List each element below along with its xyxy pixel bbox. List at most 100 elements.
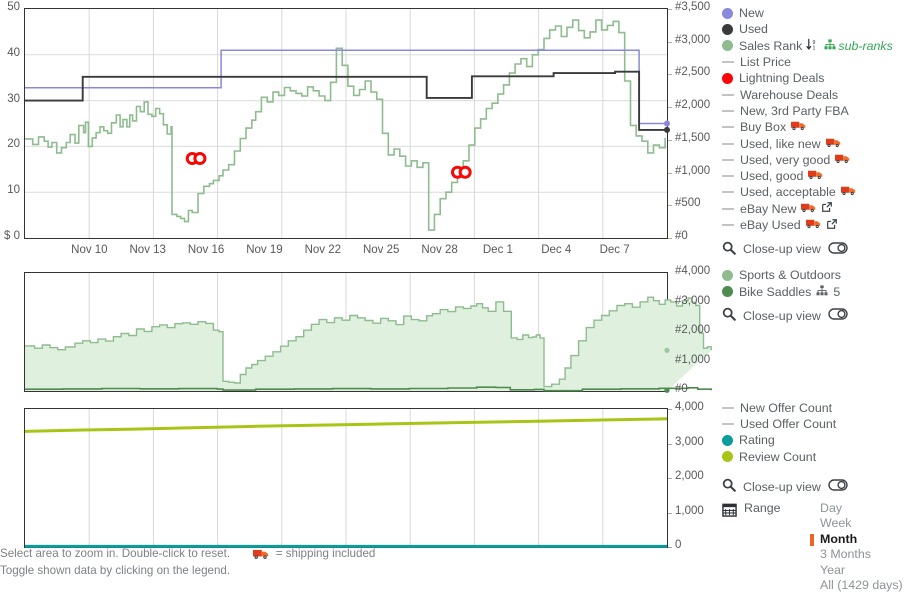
range-option-week[interactable]: Week bbox=[810, 516, 903, 531]
hierarchy-icon[interactable] bbox=[824, 39, 836, 53]
external-link-icon[interactable] bbox=[821, 201, 833, 216]
closeup-view-toggle-price[interactable]: Close-up view bbox=[722, 239, 916, 259]
legend-label: Rating bbox=[739, 433, 775, 448]
legend-label: Used Offer Count bbox=[740, 417, 837, 432]
zoom-hint-text: Select area to zoom in. Double-click to … bbox=[0, 547, 231, 560]
sub-ranks-link[interactable]: sub-ranks bbox=[838, 39, 892, 53]
legend-label: Bike Saddles bbox=[739, 284, 812, 299]
offers-axis-tickmark bbox=[668, 443, 672, 445]
range-option-day[interactable]: Day bbox=[810, 501, 903, 516]
rank-axis-tickmark bbox=[668, 238, 672, 239]
closeup-view-toggle-rank[interactable]: Close-up view bbox=[722, 306, 916, 326]
legend-label: Used bbox=[739, 22, 768, 37]
legend-item-review-count[interactable]: Review Count bbox=[722, 449, 916, 465]
sales-rank-closeup-panel[interactable]: #0 #1,000 #2,000 #3,000 #4,000 bbox=[0, 262, 722, 398]
legend-item-sales-rank[interactable]: Sales Rank 9 1 sub-ranks bbox=[722, 38, 916, 54]
legend-item-used-like-new[interactable]: Used, like new bbox=[722, 135, 916, 151]
offers-rating-panel[interactable]: 0 1,000 2,000 3,000 4,000 bbox=[0, 401, 722, 552]
date-axis-tick: Nov 22 bbox=[304, 244, 342, 256]
legend-color-dash bbox=[722, 224, 734, 226]
truck-icon bbox=[791, 120, 806, 134]
legend-label: eBay Used bbox=[740, 218, 801, 232]
legend-item-new-3rd-party-fba[interactable]: New, 3rd Party FBA bbox=[722, 103, 916, 119]
closeup-view-toggle-offers[interactable]: Close-up view bbox=[722, 477, 916, 497]
offer-legend-group: New Offer Count Used Offer Count Rating Rev… bbox=[722, 400, 916, 465]
rank-axis-tickmark bbox=[668, 107, 672, 109]
legend-item-lightning-deals[interactable]: Lightning Deals bbox=[722, 70, 916, 86]
truck-icon bbox=[840, 185, 856, 199]
legend-color-dash bbox=[722, 93, 734, 96]
toggle-switch-icon-2[interactable] bbox=[828, 308, 848, 323]
legend-item-buy-box[interactable]: Buy Box bbox=[722, 119, 916, 135]
category-legend-group: Sports & Outdoors Bike Saddles 5 bbox=[722, 267, 916, 300]
legend-item-used[interactable]: Used bbox=[722, 21, 916, 37]
closeup-view-label-2: Close-up view bbox=[743, 308, 821, 323]
offers-axis-tickmark bbox=[668, 409, 672, 410]
date-axis-tick: Nov 16 bbox=[187, 244, 225, 256]
truck-icon bbox=[808, 169, 823, 183]
rank-axis-tick: #3,000 bbox=[675, 33, 711, 46]
legend-item-list-price[interactable]: List Price bbox=[722, 54, 916, 70]
range-option-year[interactable]: Year bbox=[810, 563, 903, 578]
legend-label: New bbox=[739, 6, 764, 21]
legend-item-used-good[interactable]: Used, good bbox=[722, 168, 916, 184]
legend-label: Buy Box bbox=[740, 120, 787, 135]
legend-item-used-offer-count[interactable]: Used Offer Count bbox=[722, 416, 916, 432]
legend-item-used-acceptable[interactable]: Used, acceptable bbox=[722, 184, 916, 200]
toggle-switch-icon-3[interactable] bbox=[828, 479, 848, 494]
legend-label: Lightning Deals bbox=[739, 71, 825, 86]
legend-item-warehouse-deals[interactable]: Warehouse Deals bbox=[722, 86, 916, 102]
sort-rank-icon[interactable]: 91 bbox=[806, 38, 819, 54]
magnifier-icon bbox=[722, 241, 736, 258]
range-selector[interactable]: Range Day Week Month 3 Months Year All (1429 … bbox=[722, 501, 916, 593]
legend-label: Used, good bbox=[740, 169, 804, 184]
rank-axis-tick: #1,000 bbox=[675, 164, 711, 177]
date-axis-tick: Nov 10 bbox=[71, 244, 108, 256]
range-option-list[interactable]: Day Week Month 3 Months Year All (1429 days) bbox=[810, 501, 903, 593]
legend-item-sports-outdoors[interactable]: Sports & Outdoors bbox=[722, 267, 916, 283]
hierarchy-icon[interactable] bbox=[816, 285, 828, 299]
rank-axis-tick: #500 bbox=[675, 197, 701, 210]
date-axis-tick: Dec 1 bbox=[482, 244, 513, 256]
keepa-chart-page: $ 0 10 20 30 40 50 #0 #500 #1,000 #1,500 #2,000 #2… bbox=[0, 0, 916, 592]
legend-label: Used, like new bbox=[740, 136, 821, 151]
legend-item-new[interactable]: New bbox=[722, 5, 916, 21]
magnifier-icon-2 bbox=[722, 307, 736, 324]
legend-color-dot bbox=[722, 7, 733, 19]
toggle-switch-icon-1[interactable] bbox=[828, 241, 848, 257]
legend-color-dash bbox=[722, 158, 734, 161]
legend-color-dot bbox=[722, 451, 733, 463]
legend-item-new-offer-count[interactable]: New Offer Count bbox=[722, 400, 916, 416]
legend-item-used-very-good[interactable]: Used, very good bbox=[722, 152, 916, 168]
legend-color-dash bbox=[722, 207, 734, 210]
date-axis-tick: Dec 7 bbox=[599, 244, 630, 256]
offers-axis-tick: 2,000 bbox=[675, 470, 704, 482]
range-option-3-months[interactable]: 3 Months bbox=[810, 547, 903, 562]
legend-item-ebay-used[interactable]: eBay Used bbox=[722, 217, 916, 233]
range-option-month[interactable]: Month bbox=[810, 532, 903, 547]
closeup-view-label-3: Close-up view bbox=[743, 479, 821, 494]
rank-axis-tickmark bbox=[668, 9, 672, 10]
range-option-all-1429-days[interactable]: All (1429 days) bbox=[810, 578, 903, 593]
rank-axis-tick: #2,000 bbox=[675, 99, 711, 112]
truck-icon bbox=[825, 137, 841, 151]
legend-color-dash bbox=[722, 406, 734, 409]
date-axis-tick: Dec 4 bbox=[541, 244, 572, 256]
rank-axis-tickmark bbox=[668, 139, 672, 141]
svg-text:1: 1 bbox=[813, 45, 816, 50]
legend-color-dot bbox=[722, 40, 733, 52]
category-count: 5 bbox=[833, 284, 841, 299]
rank-axis-tick: #2,500 bbox=[675, 66, 711, 79]
external-link-icon[interactable] bbox=[826, 218, 838, 233]
legend-item-rating[interactable]: Rating bbox=[722, 432, 916, 448]
price-rank-chart-panel[interactable]: $ 0 10 20 30 40 50 #0 #500 #1,000 #1,500 #2,000 #2… bbox=[0, 0, 722, 260]
rank-axis-tickmark bbox=[668, 205, 672, 207]
sales-rank-series-layer bbox=[25, 273, 712, 393]
truck-icon bbox=[835, 153, 850, 167]
price-axis-tick: 10 bbox=[7, 184, 20, 197]
legend-item-bike-saddles[interactable]: Bike Saddles 5 bbox=[722, 283, 916, 299]
legend-item-ebay-new[interactable]: eBay New bbox=[722, 201, 916, 217]
footer-line-2: Toggle shown data by clicking on the leg… bbox=[0, 564, 231, 577]
calendar-icon bbox=[722, 502, 737, 520]
price-axis-tick: 50 bbox=[7, 1, 20, 13]
